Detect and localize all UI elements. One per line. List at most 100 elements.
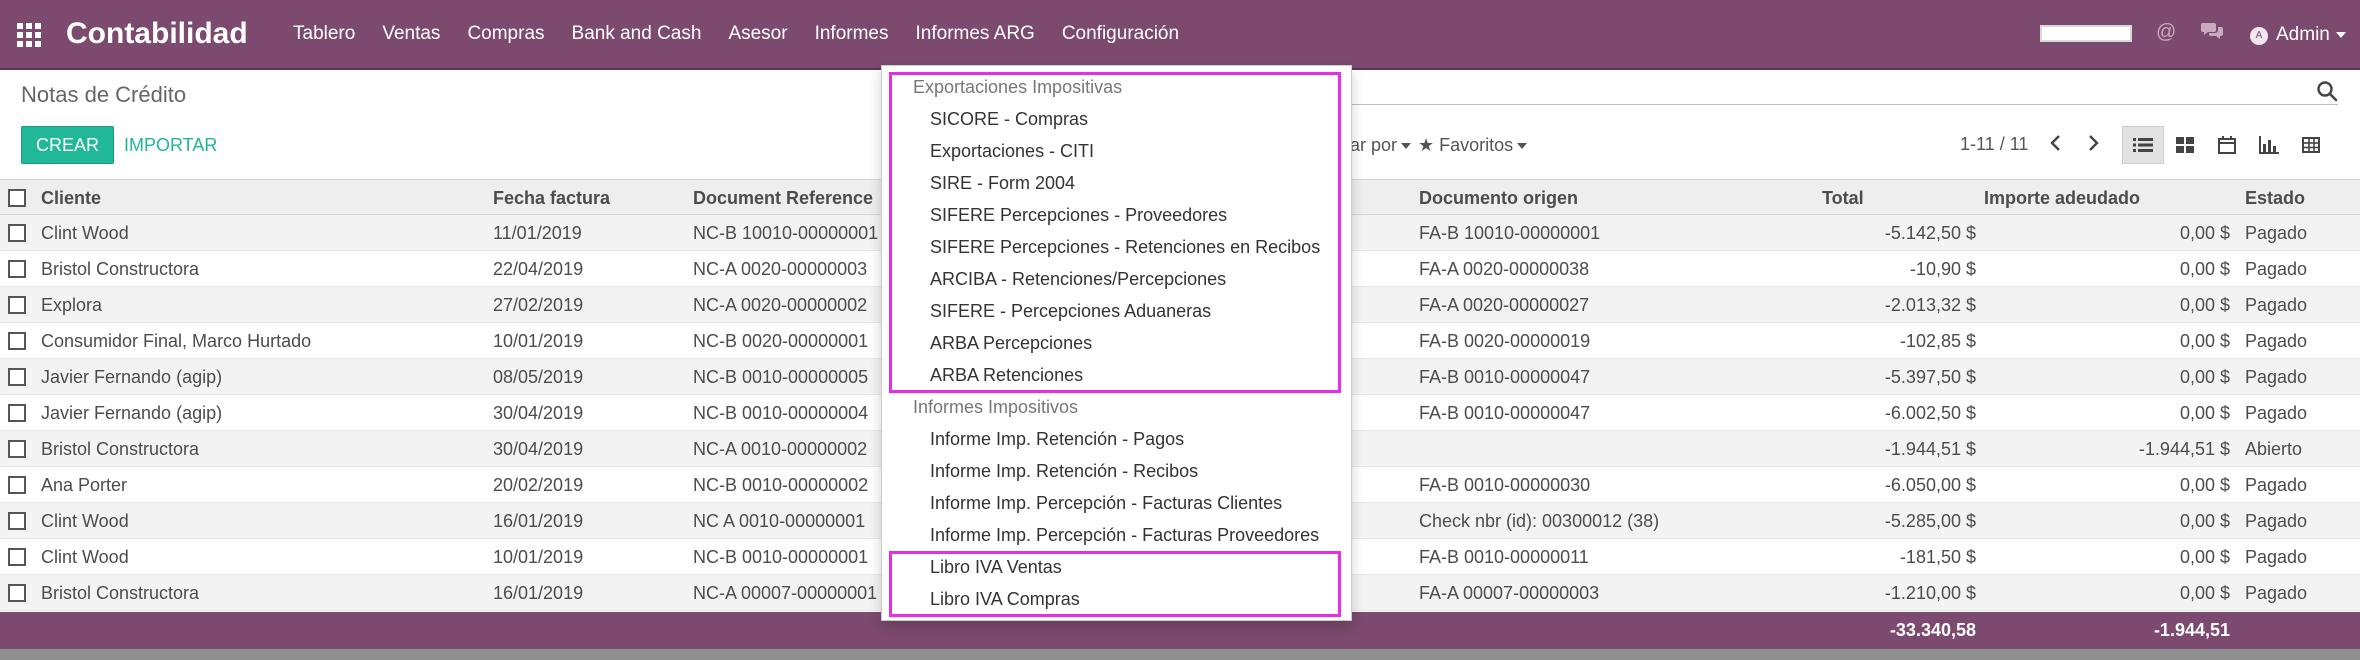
cell-total: -6.002,50 $ (1884, 403, 1976, 423)
cell-cliente: Ana Porter (41, 475, 128, 495)
menu-item-bank-and-cash[interactable]: Bank and Cash (572, 23, 702, 45)
cell-docref: NC-B 0020-00000001 (693, 331, 869, 351)
cell-fecha: 16/01/2019 (493, 511, 584, 531)
chat-bubbles-icon[interactable] (2201, 21, 2223, 47)
graph-view-button[interactable] (2248, 126, 2290, 164)
row-checkbox[interactable] (8, 296, 26, 314)
favorites-dropdown[interactable]: ★ Favoritos (1418, 135, 1528, 156)
row-checkbox[interactable] (8, 404, 26, 422)
select-all-checkbox[interactable] (8, 189, 26, 207)
cell-total: -181,50 $ (1899, 547, 1976, 567)
cell-origen: FA-A 00007-00000003 (1419, 583, 1600, 603)
column-header-origen[interactable]: Documento origen (1419, 180, 1578, 216)
pager-value[interactable]: 1-11 / 11 (1960, 134, 2028, 155)
cell-total: -1.210,00 $ (1884, 583, 1976, 603)
import-button[interactable]: IMPORTAR (114, 126, 227, 164)
footer-total: -33.340,58 (1889, 620, 1976, 640)
cell-total: -102,85 $ (1899, 331, 1976, 351)
row-checkbox[interactable] (8, 440, 26, 458)
cell-cliente: Consumidor Final, Marco Hurtado (41, 331, 312, 351)
pivot-view-button[interactable] (2290, 126, 2332, 164)
cell-origen: FA-B 0010-00000030 (1419, 475, 1591, 495)
page-title: Notas de Crédito (21, 82, 187, 107)
row-checkbox[interactable] (8, 584, 26, 602)
cell-fecha: 27/02/2019 (493, 295, 584, 315)
cell-fecha: 22/04/2019 (493, 259, 584, 279)
user-avatar[interactable]: A (2250, 27, 2268, 45)
cell-importe: 0,00 $ (2179, 511, 2230, 531)
cell-origen: Check nbr (id): 00300012 (38) (1419, 511, 1660, 531)
cell-docref: NC-A 0020-00000003 (693, 259, 868, 279)
menu-item-asesor[interactable]: Asesor (728, 23, 787, 45)
kanban-view-button[interactable] (2164, 126, 2206, 164)
cell-fecha: 16/01/2019 (493, 583, 584, 603)
menu-item-informes[interactable]: Informes (815, 23, 889, 45)
apps-grid-icon[interactable] (17, 23, 41, 47)
dropdown-item-retencion-recibos[interactable]: Informe Imp. Retención - Recibos (930, 461, 1198, 482)
cell-origen: FA-A 0020-00000027 (1419, 295, 1590, 315)
cell-total: -5.285,00 $ (1884, 511, 1976, 531)
table-grid-icon (2302, 137, 2320, 153)
chevron-down-icon (1401, 143, 1412, 150)
view-switcher (2122, 126, 2332, 164)
at-mentions-icon[interactable]: @ (2156, 21, 2176, 44)
column-header-cliente[interactable]: Cliente (41, 180, 101, 216)
cell-importe: 0,00 $ (2179, 475, 2230, 495)
cell-importe: 0,00 $ (2179, 547, 2230, 567)
cell-estado: Abierto (2245, 439, 2303, 459)
row-checkbox[interactable] (8, 260, 26, 278)
cell-docref: NC-A 00007-00000001 (693, 583, 878, 603)
cell-total: -1.944,51 $ (1884, 439, 1976, 459)
column-header-docref[interactable]: Document Reference (693, 180, 873, 216)
menu-item-tablero[interactable]: Tablero (293, 23, 355, 45)
menu-item-ventas[interactable]: Ventas (382, 23, 440, 45)
column-header-total[interactable]: Total (1822, 180, 1976, 216)
search-input[interactable] (1350, 104, 2338, 105)
cell-cliente: Bristol Constructora (41, 259, 200, 279)
create-button[interactable]: CREAR (21, 126, 115, 164)
cell-origen: FA-B 0010-00000047 (1419, 403, 1591, 423)
column-header-importe[interactable]: Importe adeudado (1984, 180, 2230, 216)
cell-fecha: 10/01/2019 (493, 331, 584, 351)
list-icon (2133, 138, 2153, 152)
search-icon[interactable] (2316, 80, 2338, 102)
cell-estado: Pagado (2245, 475, 2308, 495)
row-checkbox[interactable] (8, 512, 26, 530)
group-by-dropdown[interactable]: ar por (1350, 135, 1412, 156)
row-checkbox[interactable] (8, 224, 26, 242)
activity-progress-bar[interactable] (2040, 25, 2132, 42)
column-header-fecha[interactable]: Fecha factura (493, 180, 610, 216)
user-menu-label[interactable]: Admin (2276, 24, 2330, 46)
list-view-button[interactable] (2122, 126, 2164, 164)
progress-fill (2042, 27, 2130, 40)
cell-docref: NC-B 0010-00000002 (693, 475, 869, 495)
column-header-estado[interactable]: Estado (2245, 180, 2305, 216)
cell-cliente: Clint Wood (41, 223, 129, 243)
cell-cliente: Clint Wood (41, 511, 129, 531)
row-checkbox[interactable] (8, 548, 26, 566)
row-checkbox[interactable] (8, 368, 26, 386)
dropdown-item-percepcion-proveedores[interactable]: Informe Imp. Percepción - Facturas Prove… (930, 525, 1319, 546)
menu-item-compras[interactable]: Compras (467, 23, 544, 45)
cell-origen: FA-A 0020-00000038 (1419, 259, 1590, 279)
calendar-view-button[interactable] (2206, 126, 2248, 164)
menu-item-informes-arg[interactable]: Informes ARG (916, 23, 1035, 45)
dropdown-item-retencion-pagos[interactable]: Informe Imp. Retención - Pagos (930, 429, 1184, 450)
cell-total: -5.142,50 $ (1884, 223, 1976, 243)
row-checkbox[interactable] (8, 476, 26, 494)
calendar-icon (2218, 136, 2236, 154)
menu-item-configuracion[interactable]: Configuración (1062, 23, 1179, 45)
cell-fecha: 08/05/2019 (493, 367, 584, 387)
row-checkbox[interactable] (8, 332, 26, 350)
pager-previous-button[interactable] (2045, 132, 2067, 154)
cell-importe: 0,00 $ (2179, 367, 2230, 387)
chevron-down-icon[interactable] (2336, 32, 2346, 38)
cell-importe: 0,00 $ (2179, 583, 2230, 603)
dropdown-item-percepcion-clientes[interactable]: Informe Imp. Percepción - Facturas Clien… (930, 493, 1282, 514)
favorites-label: Favoritos (1439, 135, 1514, 155)
cell-fecha: 11/01/2019 (493, 223, 582, 243)
pager-next-button[interactable] (2082, 132, 2104, 154)
app-brand[interactable]: Contabilidad (66, 17, 248, 51)
cell-importe: 0,00 $ (2179, 223, 2230, 243)
cell-fecha: 30/04/2019 (493, 439, 584, 459)
